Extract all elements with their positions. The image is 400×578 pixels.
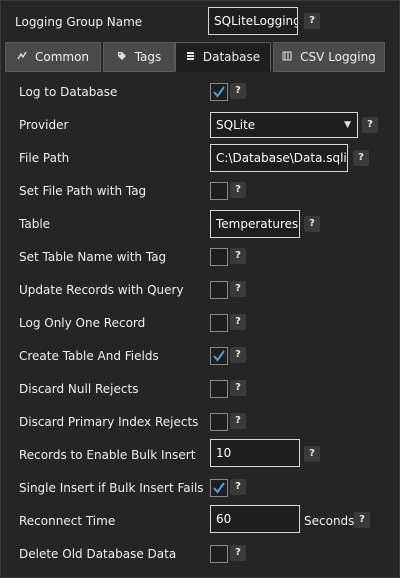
delete-old-database-data-checkbox[interactable] (210, 545, 228, 563)
help-icon[interactable]: ? (230, 380, 246, 396)
dropdown-arrow-icon: ▼ (344, 120, 351, 130)
tab-label: CSV Logging (300, 50, 376, 64)
discard-primary-index-rejects-checkbox[interactable] (210, 413, 228, 431)
check-icon (213, 86, 225, 98)
single-insert-if-bulk-fails-checkbox[interactable] (210, 479, 228, 497)
set-table-name-with-tag-label: Set Table Name with Tag (19, 250, 167, 264)
help-icon[interactable]: ? (230, 413, 246, 429)
records-to-enable-bulk-insert-input[interactable]: 10 (210, 439, 300, 467)
provider-label: Provider (19, 118, 69, 132)
sliders-icon (17, 45, 27, 73)
file-path-input[interactable]: C:\Database\Data.sqlite (210, 144, 348, 172)
group-name-label: Logging Group Name (15, 15, 143, 29)
provider-value: SQLite (216, 118, 256, 132)
set-file-path-with-tag-checkbox[interactable] (210, 182, 228, 200)
delete-old-database-data-label: Delete Old Database Data (19, 547, 177, 561)
table-input[interactable]: Temperatures (210, 210, 300, 238)
help-icon[interactable]: ? (304, 13, 320, 29)
discard-null-rejects-checkbox[interactable] (210, 380, 228, 398)
single-insert-if-bulk-fails-label: Single Insert if Bulk Insert Fails (19, 481, 204, 495)
tab-label: Database (202, 50, 261, 64)
reconnect-time-unit: Seconds (304, 514, 355, 528)
set-file-path-with-tag-label: Set File Path with Tag (19, 184, 147, 198)
help-icon[interactable]: ? (353, 150, 369, 166)
help-icon[interactable]: ? (230, 314, 246, 330)
tab-tags[interactable]: Tags (103, 42, 175, 72)
check-icon (213, 350, 225, 362)
reconnect-time-input[interactable]: 60 (210, 505, 300, 533)
table-label: Table (19, 217, 51, 231)
set-table-name-with-tag-checkbox[interactable] (210, 248, 228, 266)
log-to-database-checkbox[interactable] (210, 83, 228, 101)
discard-primary-index-rejects-label: Discard Primary Index Rejects (19, 415, 199, 429)
file-path-label: File Path (19, 151, 70, 165)
tab-database[interactable]: Database (175, 42, 271, 72)
help-icon[interactable]: ? (230, 182, 246, 198)
update-records-with-query-label: Update Records with Query (19, 283, 184, 297)
help-icon[interactable]: ? (230, 248, 246, 264)
tab-strip: Common Tags Database CSV Logging (5, 42, 393, 72)
tab-common[interactable]: Common (5, 42, 101, 72)
tab-label: Common (34, 50, 90, 64)
log-only-one-record-label: Log Only One Record (19, 316, 146, 330)
database-settings-panel: Logging Group Name SQLiteLogging ? Commo… (0, 0, 400, 578)
provider-select[interactable]: SQLite ▼ (210, 112, 358, 138)
help-icon[interactable]: ? (230, 83, 246, 99)
help-icon[interactable]: ? (362, 117, 378, 133)
update-records-with-query-checkbox[interactable] (210, 281, 228, 299)
help-icon[interactable]: ? (230, 479, 246, 495)
help-icon[interactable]: ? (230, 281, 246, 297)
log-only-one-record-checkbox[interactable] (210, 314, 228, 332)
tab-label: Tags (134, 50, 162, 64)
log-to-database-label: Log to Database (19, 85, 118, 99)
help-icon[interactable]: ? (304, 446, 320, 462)
create-table-and-fields-label: Create Table And Fields (19, 349, 159, 363)
help-icon[interactable]: ? (304, 216, 320, 232)
discard-null-rejects-label: Discard Null Rejects (19, 382, 139, 396)
csv-file-icon (282, 45, 292, 73)
group-name-input[interactable]: SQLiteLogging (208, 7, 298, 35)
help-icon[interactable]: ? (230, 347, 246, 363)
database-icon (186, 45, 195, 73)
records-to-enable-bulk-insert-label: Records to Enable Bulk Insert (19, 448, 196, 462)
reconnect-time-label: Reconnect Time (19, 514, 116, 528)
help-icon[interactable]: ? (230, 545, 246, 561)
help-icon[interactable]: ? (354, 512, 370, 528)
tab-csv-logging[interactable]: CSV Logging (273, 42, 385, 72)
check-icon (213, 482, 225, 494)
tag-icon (117, 45, 127, 73)
create-table-and-fields-checkbox[interactable] (210, 347, 228, 365)
